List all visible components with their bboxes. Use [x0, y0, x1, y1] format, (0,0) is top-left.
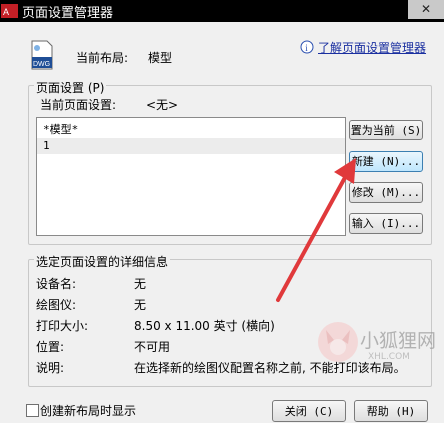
svg-text:DWG: DWG	[33, 61, 50, 68]
help-link[interactable]: 了解页面设置管理器	[318, 39, 426, 56]
current-layout-label: 当前布局:	[76, 51, 129, 65]
svg-text:A: A	[3, 7, 9, 17]
description-label: 说明:	[36, 361, 65, 375]
window-title: 页面设置管理器	[22, 6, 114, 21]
info-icon: i	[300, 40, 314, 54]
current-layout-value: 模型	[148, 51, 173, 65]
location-label: 位置:	[36, 340, 65, 354]
page-setup-group-title: 页面设置 (P)	[34, 79, 107, 96]
help-button[interactable]: 帮助 (H)	[354, 400, 428, 422]
dwg-file-icon: DWG	[31, 40, 53, 70]
close-button[interactable]: 关闭 (C)	[272, 400, 346, 422]
plotter-label: 绘图仪:	[36, 298, 77, 312]
list-item[interactable]: *模型*	[37, 122, 345, 138]
close-button-label: 关闭 (C)	[284, 405, 334, 418]
description-value: 在选择新的绘图仪配置名称之前, 不能打印该布局。	[134, 361, 406, 375]
details-group-title: 选定页面设置的详细信息	[34, 253, 171, 270]
show-on-new-layout-checkbox[interactable]	[26, 404, 39, 417]
fox-logo-icon	[318, 322, 358, 362]
annotation-arrow	[276, 158, 356, 302]
set-current-button-label: 置为当前 (S)	[350, 124, 422, 137]
autocad-app-icon: A	[1, 4, 18, 18]
title-bar: A 页面设置管理器 ✕	[0, 0, 444, 22]
device-name-label: 设备名:	[36, 277, 77, 291]
show-on-new-layout-label: 创建新布局时显示	[40, 404, 137, 418]
current-page-setup-value: <无>	[146, 98, 179, 112]
set-current-button[interactable]: 置为当前 (S)	[349, 120, 423, 140]
close-window-button[interactable]: ✕	[408, 0, 444, 19]
plotter-value: 无	[134, 298, 147, 312]
plot-size-label: 打印大小:	[36, 319, 89, 333]
watermark-subtext: XHL.COM	[368, 352, 410, 362]
current-page-setup-label: 当前页面设置:	[40, 98, 117, 112]
watermark-text: 小狐狸网	[360, 330, 437, 352]
location-value: 不可用	[134, 340, 171, 354]
plot-size-value: 8.50 x 11.00 英寸 (横向)	[134, 319, 275, 333]
help-button-label: 帮助 (H)	[366, 405, 416, 418]
device-name-value: 无	[134, 277, 147, 291]
